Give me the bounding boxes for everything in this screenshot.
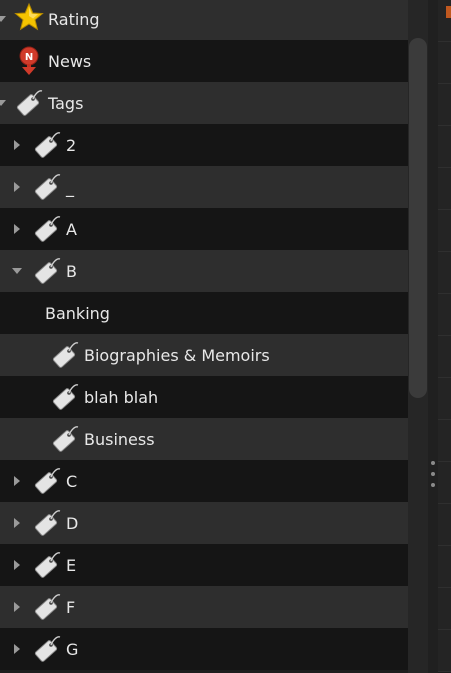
tree-item-blah-blah[interactable]: blah blah [0,376,408,418]
svg-text:N: N [25,52,33,63]
pane-row [438,420,451,462]
pane-row [438,210,451,252]
tree-item-tag-g[interactable]: G [0,628,408,670]
pane-row [438,126,451,168]
tree-item-label: A [66,219,77,239]
tree-item-tag-underscore[interactable]: _ [0,166,408,208]
tree-item-label: C [66,471,78,491]
news-pin-icon: N [16,46,46,76]
tree-item-label: F [66,597,76,617]
pane-row [438,252,451,294]
pane-row [438,588,451,630]
expand-arrow-icon[interactable] [14,476,20,486]
expand-arrow-icon[interactable] [0,16,6,22]
pane-edge-marker [446,6,451,18]
splitter-grip-icon[interactable] [431,483,435,487]
expand-arrow-icon[interactable] [14,560,20,570]
tag-icon [32,172,62,202]
tree-item-rating[interactable]: Rating [0,0,408,40]
pane-row [438,546,451,588]
tag-icon [32,592,62,622]
pane-row [438,168,451,210]
tree-item-label: News [48,51,92,71]
expand-arrow-icon[interactable] [0,100,6,106]
tree-item-business[interactable]: Business [0,418,408,460]
tree-item-tag-b[interactable]: B [0,250,408,292]
tag-icon [32,508,62,538]
tree-item-label: 2 [66,135,77,155]
expand-arrow-icon[interactable] [14,224,20,234]
tag-icon [32,214,62,244]
tree-item-biographies-memoirs[interactable]: Biographies & Memoirs [0,334,408,376]
tree-item-label: blah blah [84,387,159,407]
tree-item-label: Rating [48,9,100,29]
pane-row [438,462,451,504]
pane-row [438,84,451,126]
collapse-arrow-icon[interactable] [12,268,22,274]
expand-arrow-icon[interactable] [14,182,20,192]
tree-item-label: B [66,261,77,281]
tree-item-label: _ [66,177,74,197]
adjacent-pane [438,0,451,673]
splitter-grip-icon[interactable] [431,461,435,465]
tag-icon [32,256,62,286]
pane-row [438,630,451,672]
tag-icon [32,466,62,496]
expand-arrow-icon[interactable] [14,602,20,612]
tree-item-label: D [66,513,79,533]
pane-row [438,504,451,546]
tree-item-label: E [66,555,77,575]
tag-browser-tree: Rating N News Tags 2 _ A B Banking Biogr… [0,0,408,673]
tree-item-tag-d[interactable]: D [0,502,408,544]
tree-item-tag-2[interactable]: 2 [0,124,408,166]
tag-icon [50,382,80,412]
tree-item-news[interactable]: N News [0,40,408,82]
tree-item-tag-a[interactable]: A [0,208,408,250]
tree-item-label: Banking [45,303,110,323]
tag-icon [32,634,62,664]
scrollbar-thumb[interactable] [409,38,427,398]
tree-item-banking[interactable]: Banking [0,292,408,334]
tree-item-tag-e[interactable]: E [0,544,408,586]
tag-icon [50,340,80,370]
tag-icon [50,424,80,454]
pane-row [438,336,451,378]
tree-item-tag-c[interactable]: C [0,460,408,502]
tag-icon [32,550,62,580]
tree-item-label: Biographies & Memoirs [84,345,270,365]
pane-row [438,294,451,336]
expand-arrow-icon[interactable] [14,518,20,528]
tree-item-label: G [66,639,79,659]
expand-arrow-icon[interactable] [14,140,20,150]
splitter-grip-icon[interactable] [431,472,435,476]
tree-item-label: Tags [48,93,84,113]
tree-item-tag-f[interactable]: F [0,586,408,628]
tree-item-tags[interactable]: Tags [0,82,408,124]
panel-splitter[interactable] [428,0,438,673]
tag-icon [14,88,44,118]
star-icon [14,2,44,32]
expand-arrow-icon[interactable] [14,644,20,654]
pane-row [438,378,451,420]
tag-icon [32,130,62,160]
tree-item-label: Business [84,429,155,449]
pane-row [438,42,451,84]
